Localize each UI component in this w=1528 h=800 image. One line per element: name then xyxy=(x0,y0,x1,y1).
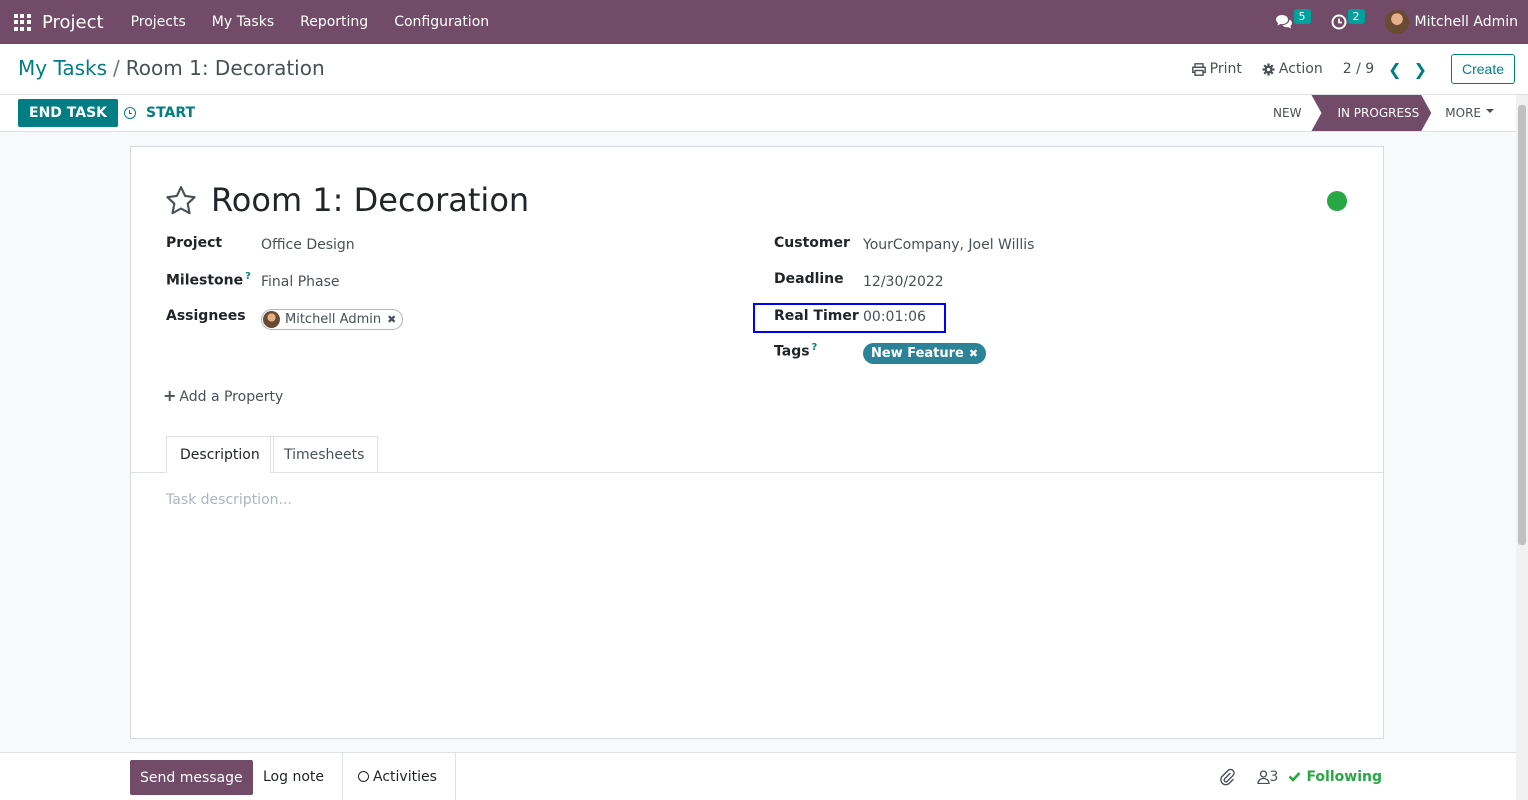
stage-in-progress[interactable]: IN PROGRESS xyxy=(1311,95,1431,131)
title-row: Room 1: Decoration xyxy=(165,181,529,219)
add-property-button[interactable]: + Add a Property xyxy=(163,386,283,405)
menu-projects[interactable]: Projects xyxy=(131,14,186,30)
following-label: Following xyxy=(1306,768,1382,785)
real-timer-label: Real Timer xyxy=(774,308,859,324)
gear-icon xyxy=(1262,62,1275,76)
tags-label: Tags? xyxy=(774,342,817,360)
clock-icon xyxy=(358,771,369,782)
followers-count: 3 xyxy=(1269,768,1279,785)
pager-previous-icon[interactable]: ❮ xyxy=(1388,60,1401,79)
remove-assignee-icon[interactable]: ✖ xyxy=(387,313,396,326)
activities-label: Activities xyxy=(373,768,437,785)
pager-value[interactable]: 2 / 9 xyxy=(1343,61,1374,77)
breadcrumb: My Tasks / Room 1: Decoration xyxy=(18,56,325,80)
print-label: Print xyxy=(1209,61,1242,77)
project-field[interactable]: Office Design xyxy=(261,237,355,253)
scrollbar-thumb[interactable] xyxy=(1518,105,1526,545)
menu-my-tasks[interactable]: My Tasks xyxy=(212,14,274,30)
kanban-state-indicator[interactable] xyxy=(1327,191,1347,211)
top-navbar: Project Projects My Tasks Reporting Conf… xyxy=(0,0,1528,44)
user-avatar[interactable] xyxy=(1384,10,1409,34)
stage-more-label: MORE xyxy=(1445,106,1481,120)
chat-icon xyxy=(1275,15,1292,29)
assignees-label: Assignees xyxy=(166,308,246,324)
milestone-field[interactable]: Final Phase xyxy=(261,274,340,290)
action-label: Action xyxy=(1278,61,1323,77)
tag-badge[interactable]: New Feature ✖ xyxy=(863,343,987,364)
apps-menu-icon[interactable] xyxy=(12,12,32,32)
followers-button[interactable]: 3 xyxy=(1256,768,1279,785)
user-icon xyxy=(1256,769,1270,784)
app-brand[interactable]: Project xyxy=(42,12,104,33)
tab-description[interactable]: Description xyxy=(166,436,274,473)
activities-button[interactable]: Activities xyxy=(340,753,456,800)
task-title[interactable]: Room 1: Decoration xyxy=(211,181,529,219)
plus-icon: + xyxy=(163,386,177,405)
navbar-systray: 5 2 Mitchell Admin xyxy=(1275,0,1519,44)
pager-next-icon[interactable]: ❯ xyxy=(1414,60,1427,79)
chatter-topbar: Send message Log note Activities 3 Follo… xyxy=(0,752,1516,800)
tags-label-text: Tags xyxy=(774,343,810,360)
milestone-label-text: Milestone xyxy=(166,272,244,289)
clock-icon xyxy=(124,107,136,119)
start-label: START xyxy=(146,105,196,121)
caret-down-icon xyxy=(1486,109,1494,113)
tag-name: New Feature xyxy=(871,346,964,361)
tab-timesheets[interactable]: Timesheets xyxy=(270,436,379,473)
stage-pipeline: NEW IN PROGRESS MORE xyxy=(1263,95,1504,131)
user-menu[interactable]: Mitchell Admin xyxy=(1415,14,1519,30)
log-note-button[interactable]: Log note xyxy=(245,753,343,800)
menu-reporting[interactable]: Reporting xyxy=(300,14,368,30)
breadcrumb-my-tasks[interactable]: My Tasks xyxy=(18,56,107,80)
assignee-name: Mitchell Admin xyxy=(285,312,382,327)
assignee-avatar xyxy=(263,311,280,328)
notebook-tabs: Description Timesheets xyxy=(131,436,1383,473)
tags-help-icon[interactable]: ? xyxy=(812,342,818,353)
breadcrumb-current: Room 1: Decoration xyxy=(125,56,325,80)
check-icon xyxy=(1289,772,1301,782)
customer-field[interactable]: YourCompany, Joel Willis xyxy=(863,237,1034,253)
add-property-label: Add a Property xyxy=(179,389,284,405)
messages-count-badge: 5 xyxy=(1293,8,1311,24)
milestone-help-icon[interactable]: ? xyxy=(245,271,251,282)
form-sheet: Room 1: Decoration Project Office Design… xyxy=(130,146,1384,739)
stage-new[interactable]: NEW xyxy=(1263,95,1311,131)
star-icon[interactable] xyxy=(165,185,197,216)
breadcrumb-separator: / xyxy=(113,56,120,80)
form-statusbar: END TASK START NEW IN PROGRESS MORE xyxy=(0,95,1516,132)
assignee-tag[interactable]: Mitchell Admin ✖ xyxy=(261,309,404,330)
stage-more-dropdown[interactable]: MORE xyxy=(1431,95,1504,131)
paperclip-icon[interactable] xyxy=(1219,768,1235,786)
print-button[interactable]: Print xyxy=(1191,61,1242,77)
deadline-label: Deadline xyxy=(774,271,844,287)
customer-label: Customer xyxy=(774,235,850,251)
remove-tag-icon[interactable]: ✖ xyxy=(969,347,978,360)
deadline-field[interactable]: 12/30/2022 xyxy=(863,274,944,290)
end-task-button[interactable]: END TASK xyxy=(18,99,119,127)
project-label: Project xyxy=(166,235,223,251)
print-icon xyxy=(1191,62,1206,76)
following-button[interactable]: Following xyxy=(1288,769,1382,785)
page-scrollbar[interactable] xyxy=(1516,95,1528,800)
activities-systray[interactable]: 2 xyxy=(1331,8,1365,30)
create-button[interactable]: Create xyxy=(1450,54,1515,84)
activities-count-badge: 2 xyxy=(1347,8,1365,24)
start-button[interactable]: START xyxy=(124,99,195,127)
clock-icon xyxy=(1331,14,1346,30)
milestone-label: Milestone? xyxy=(166,271,251,289)
control-panel: My Tasks / Room 1: Decoration Print Action… xyxy=(0,44,1528,95)
menu-configuration[interactable]: Configuration xyxy=(394,14,489,30)
control-panel-actions: Print Action 2 / 9 ❮ ❯ Create xyxy=(1191,52,1515,86)
real-timer-value: 00:01:06 xyxy=(863,309,926,325)
action-button[interactable]: Action xyxy=(1262,61,1323,77)
send-message-button[interactable]: Send message xyxy=(130,760,253,795)
messages-systray[interactable]: 5 xyxy=(1275,8,1311,30)
description-editor[interactable]: Task description... xyxy=(166,492,292,508)
chatter-right-actions: 3 Following xyxy=(1219,753,1382,800)
